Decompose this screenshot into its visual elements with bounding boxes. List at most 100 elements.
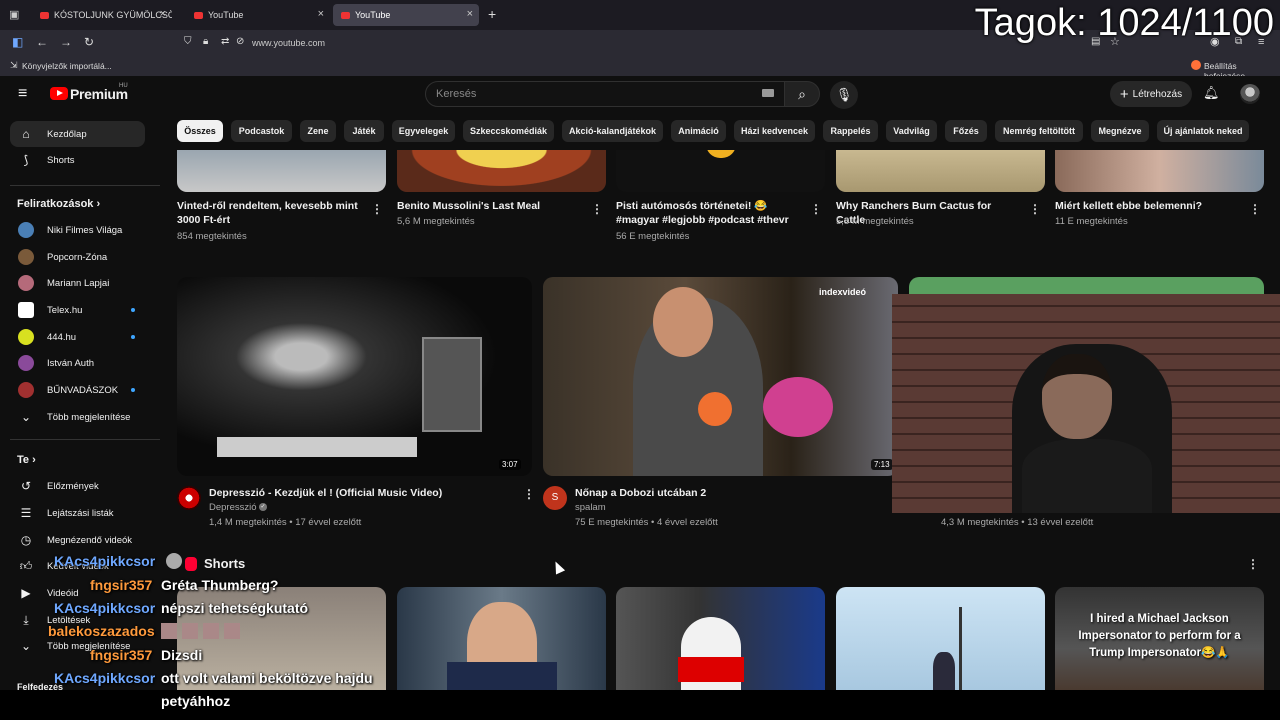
back-icon[interactable]: ← <box>36 35 48 49</box>
hamburger-menu-icon[interactable]: ≡ <box>18 85 27 103</box>
sidebar-item-subscription[interactable]: Telex.hu <box>10 297 145 323</box>
sidebar-item-label: Shorts <box>47 154 75 166</box>
sidebar-item-watch-later[interactable]: ◷ Megnézendő videók <box>10 527 145 553</box>
chip[interactable]: Podcastok <box>231 120 292 142</box>
channel-avatar[interactable] <box>177 486 201 510</box>
chip[interactable]: Szkeccskomédiák <box>463 120 554 142</box>
video-thumbnail[interactable] <box>397 150 606 192</box>
sidebar-item-more-subscriptions[interactable]: ⌄ Több megjelenítése <box>10 404 145 430</box>
chip[interactable]: Főzés <box>945 120 987 142</box>
video-thumbnail[interactable]: indexvideó 7:13 <box>543 277 898 476</box>
permissions-icon[interactable]: ⇄ <box>221 35 229 49</box>
lock-icon[interactable]: 🔒︎ <box>203 35 208 49</box>
chevron-right-icon: › <box>32 454 36 466</box>
channel-avatar[interactable]: S <box>543 486 567 510</box>
video-thumbnail[interactable]: 3:07 <box>177 277 532 476</box>
person-shape <box>933 652 955 690</box>
chip[interactable]: Nemrég feltöltött <box>995 120 1083 142</box>
browser-tab-2[interactable]: YouTube × <box>186 4 330 26</box>
video-title[interactable]: Pisti autómosós történetei! 😂 #magyar #l… <box>616 199 796 227</box>
sidebar-item-subscription[interactable]: Popcorn-Zóna <box>10 244 145 270</box>
close-tab-icon[interactable]: × <box>318 8 324 20</box>
chip[interactable]: Megnézve <box>1091 120 1149 142</box>
voice-search-button[interactable]: 🎙︎ <box>830 81 858 109</box>
chat-emote-icon <box>166 553 182 569</box>
video-title[interactable]: Miért kellett ebbe belemenni? <box>1055 199 1240 213</box>
chip[interactable]: Vadvilág <box>886 120 937 142</box>
chip[interactable]: Animáció <box>671 120 726 142</box>
close-tab-icon[interactable]: × <box>160 8 166 20</box>
browser-tab-3[interactable]: YouTube × <box>333 4 479 26</box>
chip[interactable]: Zene <box>300 120 336 142</box>
video-title[interactable]: Depresszió - Kezdjük el ! (Official Musi… <box>209 486 509 500</box>
sidebar-item-playlists[interactable]: ☰ Lejátszási listák <box>10 500 145 526</box>
import-bookmarks-link[interactable]: Könyvjelzők importálá... <box>22 61 112 71</box>
channel-name[interactable]: spalam <box>575 502 606 513</box>
chip-all[interactable]: Összes <box>177 120 223 142</box>
video-thumbnail[interactable] <box>616 150 825 192</box>
search-input[interactable]: Keresés <box>425 81 785 107</box>
more-options-icon[interactable]: ⋮ <box>810 202 822 216</box>
video-thumbnail[interactable] <box>836 150 1045 192</box>
sidebar-item-subscription[interactable]: Niki Filmes Világa <box>10 217 145 243</box>
more-options-icon[interactable]: ⋮ <box>1247 557 1259 571</box>
reload-icon[interactable]: ↻ <box>84 35 94 49</box>
short-thumbnail[interactable] <box>616 587 825 690</box>
more-options-icon[interactable]: ⋮ <box>371 202 383 216</box>
more-options-icon[interactable]: ⋮ <box>1029 202 1041 216</box>
sidebar-item-subscription[interactable]: István Auth <box>10 350 145 376</box>
chip[interactable]: Akció-kalandjátékok <box>562 120 663 142</box>
sidebar-item-history[interactable]: ↺ Előzmények <box>10 473 145 499</box>
forward-icon[interactable]: → <box>60 35 72 49</box>
channel-avatar <box>18 329 34 345</box>
create-button[interactable]: + Létrehozás <box>1110 81 1192 107</box>
browser-tab-1[interactable]: KÓSTOLJUNK GYÜMÖLCSÖKT | × <box>32 4 172 26</box>
more-options-icon[interactable]: ⋮ <box>1249 202 1261 216</box>
sidebar-item-shorts[interactable]: ⟆ Shorts <box>10 147 145 173</box>
video-title[interactable]: Vinted-ről rendeltem, kevesebb mint 3000… <box>177 199 362 227</box>
stage-floor-shape <box>217 437 417 457</box>
close-tab-icon[interactable]: × <box>467 8 473 20</box>
verified-check-icon: ✓ <box>259 503 267 511</box>
you-heading[interactable]: Te › <box>17 454 36 466</box>
avatar[interactable] <box>1240 84 1260 104</box>
tab-list-icon[interactable]: ▣ <box>9 8 19 21</box>
address-bar-url[interactable]: www.youtube.com <box>252 38 325 48</box>
more-options-icon[interactable]: ⋮ <box>591 202 603 216</box>
chip[interactable]: Játék <box>344 120 384 142</box>
search-button[interactable]: ⌕ <box>784 81 820 107</box>
sidebar-item-subscription[interactable]: Mariann Lapjai <box>10 270 145 296</box>
more-options-icon[interactable]: ⋮ <box>523 487 535 501</box>
short-thumbnail[interactable] <box>397 587 606 690</box>
sidebar-item-label: Előzmények <box>47 480 99 492</box>
chat-username: KAcs4pikkcsor <box>54 600 156 616</box>
keyboard-icon[interactable] <box>762 89 774 97</box>
chip[interactable]: Új ajánlatok neked <box>1157 120 1249 142</box>
video-title[interactable]: Nőnap a Dobozi utcában 2 <box>575 486 875 500</box>
chip[interactable]: Házi kedvencek <box>734 120 815 142</box>
notifications-bell-icon[interactable]: 🔔︎ <box>1203 85 1220 101</box>
short-thumbnail[interactable]: I hired a Michael Jackson Impersonator t… <box>1055 587 1264 690</box>
new-tab-icon[interactable]: + <box>488 6 496 22</box>
shorts-icon: ⟆ <box>23 153 29 167</box>
subscriptions-heading[interactable]: Feliratkozások › <box>17 198 100 210</box>
video-thumbnail[interactable] <box>1055 150 1264 192</box>
video-thumbnail[interactable] <box>177 150 386 192</box>
sidebar-item-subscription[interactable]: BŰNVADÁSZOK <box>10 377 145 403</box>
tracking-icon[interactable]: ⊘ <box>236 35 244 49</box>
video-title[interactable]: Benito Mussolini's Last Meal <box>397 199 582 213</box>
sidebar-toggle-icon[interactable]: ◧ <box>12 35 23 49</box>
shield-icon[interactable]: ⛉ <box>184 35 192 49</box>
sidebar-item-subscription[interactable]: 444.hu <box>10 324 145 350</box>
youtube-logo-icon[interactable] <box>50 87 68 100</box>
channel-name[interactable]: Depresszió <box>209 502 257 513</box>
youtube-favicon-icon <box>341 11 350 19</box>
chevron-down-icon: ⌄ <box>20 410 32 424</box>
short-thumbnail[interactable] <box>836 587 1045 690</box>
channel-avatar <box>18 302 34 318</box>
channel-avatar <box>18 382 34 398</box>
chat-message: ott volt valami beköltözve hajdu <box>161 670 373 686</box>
sidebar-item-home[interactable]: ⌂ Kezdőlap <box>10 121 145 147</box>
chip[interactable]: Rappelés <box>823 120 878 142</box>
chip[interactable]: Egyvelegek <box>392 120 455 142</box>
